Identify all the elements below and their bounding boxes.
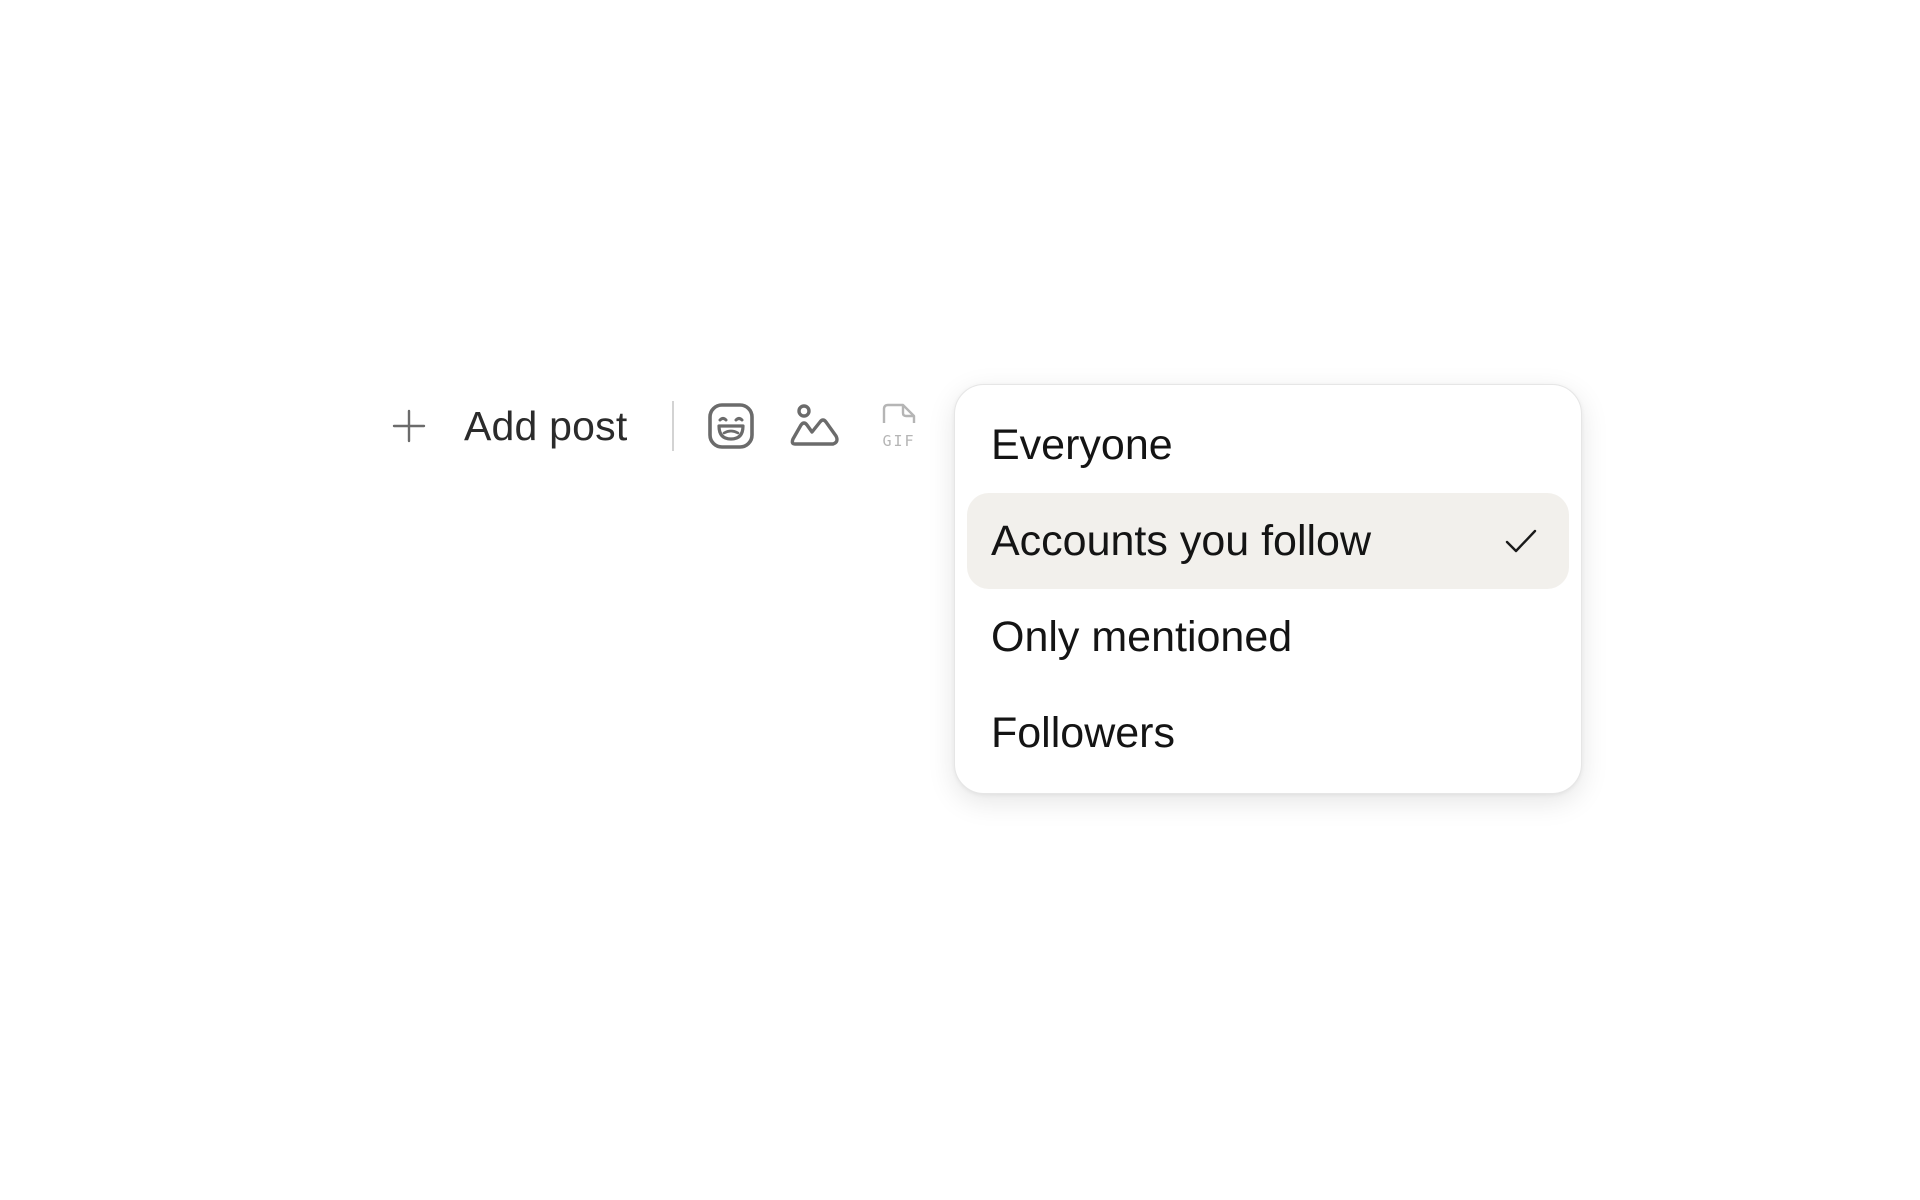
reply-audience-menu: Everyone Accounts you follow Only mentio… <box>954 384 1582 794</box>
menu-item-only-mentioned[interactable]: Only mentioned <box>967 589 1569 685</box>
composer-toolbar: Add post GIF <box>390 395 926 457</box>
menu-item-label: Followers <box>991 708 1175 757</box>
add-post-label: Add post <box>464 402 628 449</box>
image-icon[interactable] <box>788 399 842 453</box>
menu-item-everyone[interactable]: Everyone <box>967 397 1569 493</box>
menu-item-followers[interactable]: Followers <box>967 685 1569 781</box>
plus-icon <box>390 407 428 445</box>
add-post-button[interactable]: Add post <box>390 395 627 457</box>
gif-icon-text: GIF <box>883 432 916 450</box>
check-icon <box>1503 523 1539 559</box>
menu-item-accounts-you-follow[interactable]: Accounts you follow <box>967 493 1569 589</box>
menu-item-label: Accounts you follow <box>991 516 1372 565</box>
menu-item-label: Only mentioned <box>991 612 1293 661</box>
gif-icon[interactable]: GIF <box>872 399 926 453</box>
toolbar-divider <box>672 401 675 451</box>
page: Add post GIF Everyone Accounts you follo… <box>0 0 1920 1200</box>
menu-item-label: Everyone <box>991 420 1173 469</box>
emoji-icon[interactable] <box>704 399 758 453</box>
